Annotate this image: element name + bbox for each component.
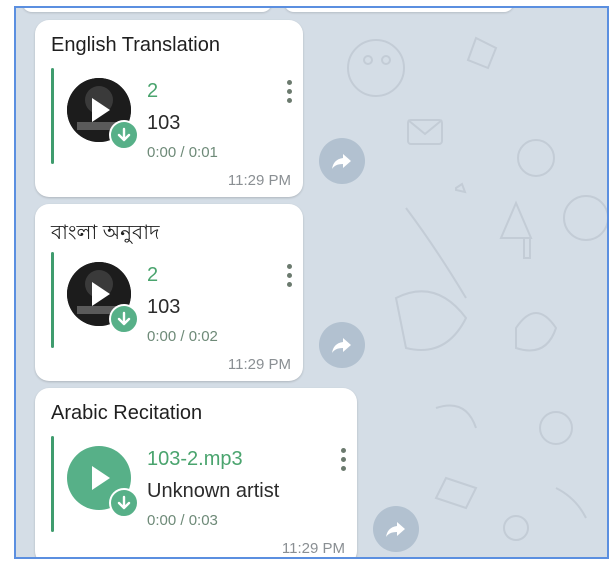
track-title: 2 — [147, 80, 159, 102]
more-vertical-icon[interactable] — [285, 80, 293, 106]
message-bubble[interactable]: বাংলা অনুবাদ 2 103 0:00 / 0:02 11:29 PM — [35, 204, 303, 381]
forward-button[interactable] — [373, 506, 419, 552]
forward-share-icon — [332, 154, 351, 169]
quote-accent-bar — [51, 436, 54, 532]
track-performer: 103 — [147, 296, 181, 318]
track-duration: 0:00 / 0:01 — [147, 144, 218, 161]
audio-attachment[interactable]: 2 103 0:00 / 0:02 — [51, 252, 299, 348]
forward-share-icon — [386, 522, 405, 537]
message-caption: Arabic Recitation — [51, 402, 203, 424]
audio-attachment[interactable]: 103-2.mp3 Unknown artist 0:00 / 0:03 — [51, 436, 353, 532]
message-caption: বাংলা অনুবাদ — [51, 222, 160, 244]
more-vertical-icon[interactable] — [285, 264, 293, 290]
download-arrow-icon — [117, 127, 131, 142]
track-title: 103-2.mp3 — [147, 448, 243, 470]
download-button[interactable] — [109, 120, 139, 150]
track-title: 2 — [147, 264, 159, 286]
download-arrow-icon — [117, 495, 131, 510]
previous-message-edge — [22, 8, 272, 12]
message-time: 11:29 PM — [227, 356, 291, 373]
quote-accent-bar — [51, 252, 54, 348]
forward-share-icon — [332, 338, 351, 353]
message-time: 11:29 PM — [227, 172, 291, 189]
track-duration: 0:00 / 0:02 — [147, 328, 218, 345]
quote-accent-bar — [51, 68, 54, 164]
track-duration: 0:00 / 0:03 — [147, 512, 218, 529]
forward-button[interactable] — [319, 322, 365, 368]
audio-attachment[interactable]: 2 103 0:00 / 0:01 — [51, 68, 299, 164]
track-performer: Unknown artist — [147, 480, 280, 502]
message-bubble[interactable]: English Translation 2 103 0:00 / 0:01 11… — [35, 20, 303, 197]
download-arrow-icon — [117, 311, 131, 326]
download-button[interactable] — [109, 304, 139, 334]
previous-message-edge-2 — [284, 8, 514, 12]
chat-view: English Translation 2 103 0:00 / 0:01 11… — [14, 6, 609, 559]
forward-button[interactable] — [319, 138, 365, 184]
message-caption: English Translation — [51, 34, 220, 56]
message-time: 11:29 PM — [281, 540, 345, 557]
message-bubble[interactable]: Arabic Recitation 103-2.mp3 Unknown arti… — [35, 388, 357, 557]
more-vertical-icon[interactable] — [339, 448, 347, 474]
track-performer: 103 — [147, 112, 181, 134]
download-button[interactable] — [109, 488, 139, 518]
